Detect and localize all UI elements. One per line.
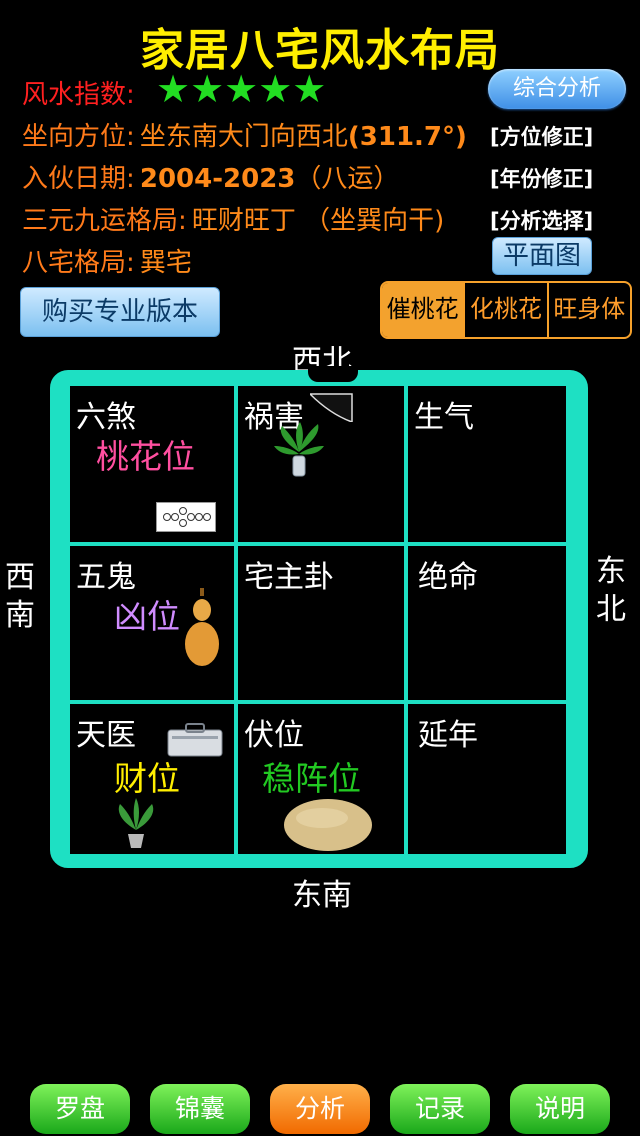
lotus-icon (156, 502, 216, 532)
cell-position: 财位 (114, 759, 180, 798)
nav-analysis-button[interactable]: 分析 (270, 1084, 370, 1134)
eight-house-value: 巽宅 (139, 248, 192, 278)
plant-vase-icon (274, 422, 324, 480)
floor-plan-button[interactable]: 平面图 (492, 237, 592, 275)
direction-bottom: 东南 (292, 878, 352, 913)
mode-tabs: 催桃花 化桃花 旺身体 (380, 281, 632, 339)
bagua-grid: 六煞 桃花位 祸害 生气 五鬼 凶位 宅主卦 绝命 天医 财位 伏位 稳阵位 延… (50, 366, 588, 868)
cell-name: 绝命 (418, 560, 478, 595)
orientation-label: 坐向方位: (22, 122, 135, 152)
cell-position: 凶位 (114, 597, 180, 636)
tab-boost-romance[interactable]: 催桃花 (382, 283, 464, 337)
cell-name: 宅主卦 (244, 560, 334, 595)
orientation-correct-link[interactable]: [方位修正] (490, 121, 593, 151)
cell-tianyi[interactable]: 天医 财位 (70, 704, 234, 854)
cell-name: 天医 (76, 718, 136, 753)
eight-house-row: 八宅格局: 巽宅 (22, 242, 192, 279)
move-in-label: 入伙日期: (22, 164, 135, 194)
cell-fuwei[interactable]: 伏位 稳阵位 (238, 704, 404, 854)
cell-name: 生气 (414, 400, 474, 435)
cell-position: 桃花位 (96, 437, 195, 476)
cell-liusha[interactable]: 六煞 桃花位 (70, 386, 234, 542)
nav-records-button[interactable]: 记录 (390, 1084, 490, 1134)
nine-cycles-row: 三元九运格局: 旺财旺丁 （坐巽向干) (22, 200, 444, 237)
orientation-value: 坐东南大门向西北 (139, 122, 348, 152)
eight-house-label: 八宅格局: (22, 248, 135, 278)
nav-compass-button[interactable]: 罗盘 (30, 1084, 130, 1134)
door-notch (308, 366, 358, 382)
nav-tips-button[interactable]: 锦囊 (150, 1084, 250, 1134)
move-in-row: 入伙日期: 2004-2023（八运） (22, 158, 399, 195)
fengshui-index-label: 风水指数: (22, 80, 135, 110)
rating-stars: ★★★★★ (156, 67, 327, 111)
nav-help-button[interactable]: 说明 (510, 1084, 610, 1134)
cell-house-master[interactable]: 宅主卦 (238, 546, 404, 700)
cell-shengqi[interactable]: 生气 (408, 386, 566, 542)
comprehensive-analysis-button[interactable]: 综合分析 (488, 69, 626, 109)
cell-huohai[interactable]: 祸害 (238, 386, 404, 542)
cell-name: 延年 (418, 718, 478, 753)
analysis-select-link[interactable]: [分析选择] (490, 205, 593, 235)
year-correct-link[interactable]: [年份修正] (490, 163, 593, 193)
buy-pro-button[interactable]: 购买专业版本 (20, 287, 220, 337)
money-case-icon (166, 720, 224, 758)
cell-wugui[interactable]: 五鬼 凶位 (70, 546, 234, 700)
tab-dissolve-romance[interactable]: 化桃花 (463, 283, 546, 337)
direction-left-2: 南 (5, 598, 35, 633)
cell-name: 伏位 (244, 718, 304, 753)
nine-cycles-value: 旺财旺丁 （坐巽向干) (191, 206, 445, 236)
move-in-value: 2004-2023 (139, 164, 296, 194)
tab-boost-health[interactable]: 旺身体 (546, 283, 630, 337)
nine-cycles-label: 三元九运格局: (22, 206, 187, 236)
cell-position: 稳阵位 (262, 759, 361, 798)
stone-icon (282, 798, 374, 852)
potted-plant-icon (114, 796, 158, 850)
cell-jueming[interactable]: 绝命 (408, 546, 566, 700)
orientation-row: 坐向方位: 坐东南大门向西北(311.7°) (22, 116, 467, 153)
gourd-icon (182, 586, 222, 668)
door-arc-icon (308, 392, 356, 424)
direction-right-2: 北 (596, 592, 626, 627)
cell-yannian[interactable]: 延年 (408, 704, 566, 854)
orientation-degree: (311.7°) (347, 122, 467, 152)
move-in-period: （八运） (295, 164, 400, 194)
